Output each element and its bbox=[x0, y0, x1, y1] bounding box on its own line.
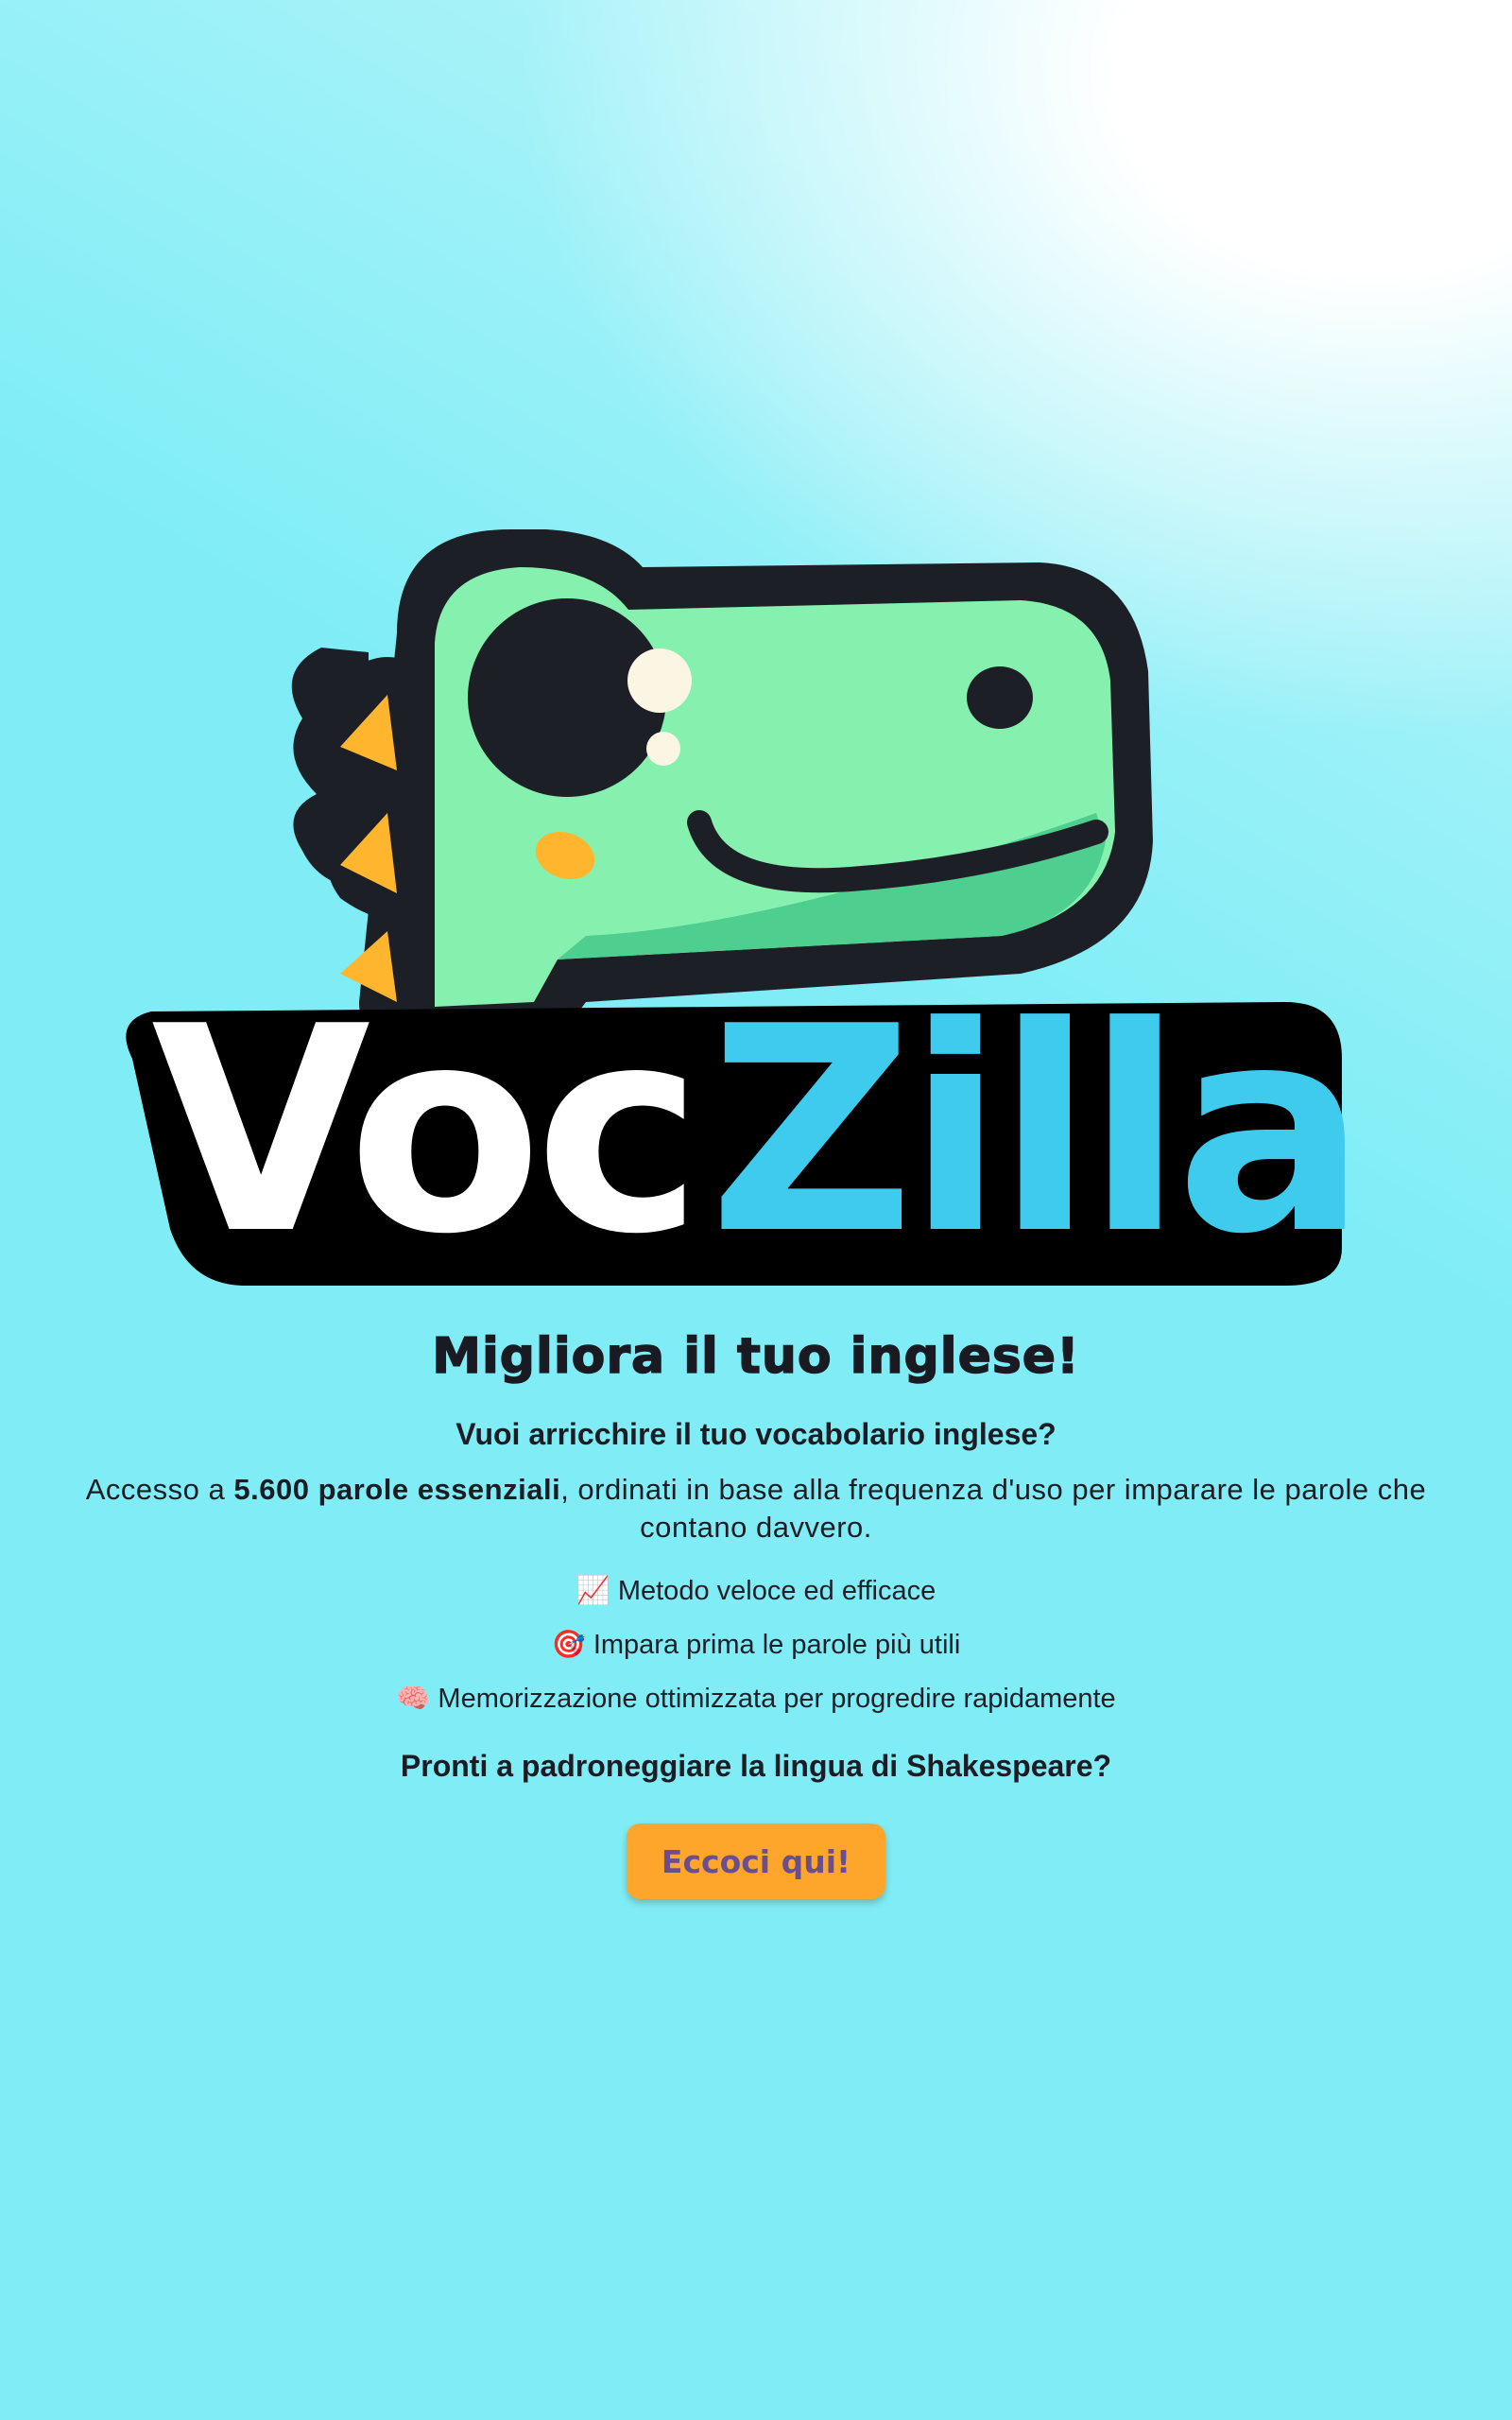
voczilla-wordmark: Voc Zilla bbox=[126, 966, 1366, 1296]
feature-item: 🎯 Impara prima le parole più utili bbox=[0, 1625, 1512, 1664]
intro-suffix: , ordinati in base alla frequenza d'uso … bbox=[560, 1473, 1427, 1544]
chart-increasing-icon: 📈 bbox=[576, 1574, 610, 1606]
brain-icon: 🧠 bbox=[396, 1682, 431, 1714]
feature-text: Memorizzazione ottimizzata per progredir… bbox=[438, 1684, 1116, 1714]
cta-question: Pronti a padroneggiare la lingua di Shak… bbox=[400, 1749, 1112, 1783]
hero-content: Migliora il tuo inglese! Vuoi arricchire… bbox=[0, 1323, 1512, 1899]
page-title: Migliora il tuo inglese! bbox=[431, 1327, 1080, 1386]
feature-text: Impara prima le parole più utili bbox=[593, 1630, 961, 1660]
feature-item: 🧠 Memorizzazione ottimizzata per progredi… bbox=[0, 1679, 1512, 1718]
brand-zilla: Zilla bbox=[709, 966, 1359, 1296]
subheading: Vuoi arricchire il tuo vocabolario ingle… bbox=[455, 1417, 1057, 1451]
intro-prefix: Accesso a bbox=[85, 1473, 234, 1506]
landing-page: Voc Zilla Migliora il tuo inglese! Vuoi … bbox=[0, 0, 1512, 2420]
direct-hit-icon: 🎯 bbox=[551, 1628, 586, 1660]
start-button[interactable]: Eccoci qui! bbox=[627, 1824, 885, 1899]
feature-text: Metodo veloce ed efficace bbox=[617, 1576, 936, 1606]
feature-item: 📈 Metodo veloce ed efficace bbox=[0, 1571, 1512, 1610]
brand-voc: Voc bbox=[151, 966, 696, 1296]
feature-list: 📈 Metodo veloce ed efficace 🎯 Impara prima… bbox=[0, 1571, 1512, 1718]
intro-highlight: 5.600 parole essenziali bbox=[233, 1473, 561, 1506]
voczilla-logo: Voc Zilla bbox=[113, 529, 1399, 1305]
intro-paragraph: Accesso a 5.600 parole essenziali, ordin… bbox=[28, 1471, 1484, 1547]
